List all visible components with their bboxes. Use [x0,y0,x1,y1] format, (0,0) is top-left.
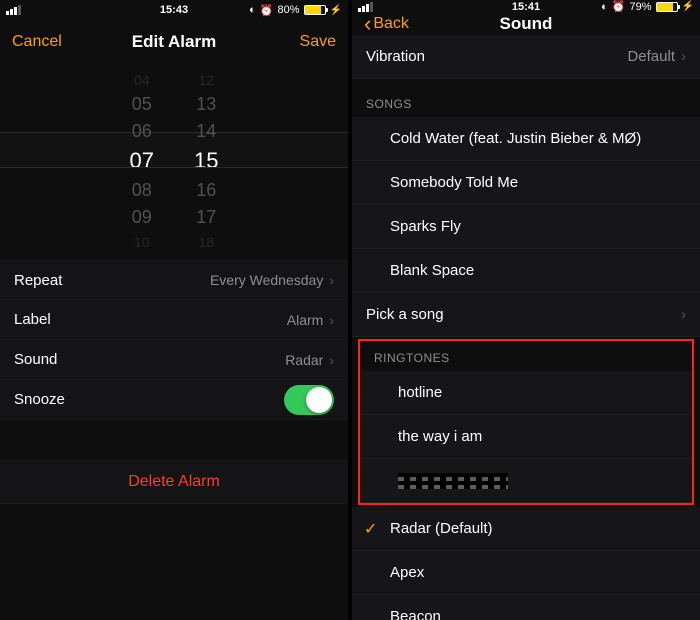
highlighted-ringtones: RINGTONES hotline the way i am [358,339,694,505]
chevron-right-icon: › [329,352,334,368]
row-label: Snooze [14,391,65,408]
snooze-toggle[interactable] [284,385,334,415]
hour-wheel[interactable]: 04 05 06 07 08 09 10 [130,72,154,236]
row-sound[interactable]: Sound Radar› [0,340,348,380]
row-label: Vibration [366,48,425,65]
delete-alarm-button[interactable]: Delete Alarm [0,460,348,504]
status-bar: 15:43 ◐ ⏰ 80% ⚡ [0,0,348,20]
ringtone-item-redacted[interactable] [360,459,692,503]
chevron-right-icon: › [329,272,334,288]
minute-wheel[interactable]: 12 13 14 15 16 17 18 [194,72,218,236]
row-label[interactable]: Label Alarm› [0,300,348,340]
nav-bar: ‹ Back Sound [352,13,700,35]
row-label: Label [14,311,51,328]
row-snooze: Snooze [0,380,348,420]
pick-song-row[interactable]: Pick a song › [352,293,700,337]
ringtone-item[interactable]: ✓ Radar (Default) [352,507,700,551]
row-vibration[interactable]: Vibration Default› [352,35,700,79]
row-repeat[interactable]: Repeat Every Wednesday› [0,260,348,300]
chevron-right-icon: › [681,306,686,323]
ringtone-item[interactable]: the way i am [360,415,692,459]
status-time: 15:41 [352,1,700,13]
checkmark-icon: ✓ [364,519,377,539]
chevron-right-icon: › [681,48,686,65]
song-item[interactable]: Somebody Told Me [352,161,700,205]
ringtone-item[interactable]: hotline [360,371,692,415]
save-button[interactable]: Save [300,33,336,51]
status-bar: 15:41 ◐ ⏰ 79% ⚡ [352,0,700,13]
device-sound: 15:41 ◐ ⏰ 79% ⚡ ‹ Back Sound Vibration D… [352,0,700,620]
section-header-ringtones: RINGTONES [360,341,692,371]
chevron-right-icon: › [329,312,334,328]
device-edit-alarm: 15:43 ◐ ⏰ 80% ⚡ Cancel Edit Alarm Save 0… [0,0,348,620]
time-picker[interactable]: 04 05 06 07 08 09 10 12 13 14 15 16 17 1… [0,64,348,236]
song-item[interactable]: Cold Water (feat. Justin Bieber & MØ) [352,117,700,161]
chevron-left-icon: ‹ [364,13,371,35]
row-label: Repeat [14,272,62,289]
ringtone-item[interactable]: Apex [352,551,700,595]
status-time: 15:43 [0,4,348,16]
redacted-text [398,473,508,489]
battery-icon [304,5,326,15]
back-button[interactable]: ‹ Back [364,13,409,35]
song-item[interactable]: Blank Space [352,249,700,293]
section-header-songs: SONGS [352,79,700,117]
nav-bar: Cancel Edit Alarm Save [0,20,348,64]
alarm-options: Repeat Every Wednesday› Label Alarm› Sou… [0,260,348,420]
row-label: Sound [14,351,57,368]
song-item[interactable]: Sparks Fly [352,205,700,249]
battery-icon [656,2,678,12]
cancel-button[interactable]: Cancel [12,33,62,51]
ringtone-item[interactable]: Beacon [352,595,700,620]
